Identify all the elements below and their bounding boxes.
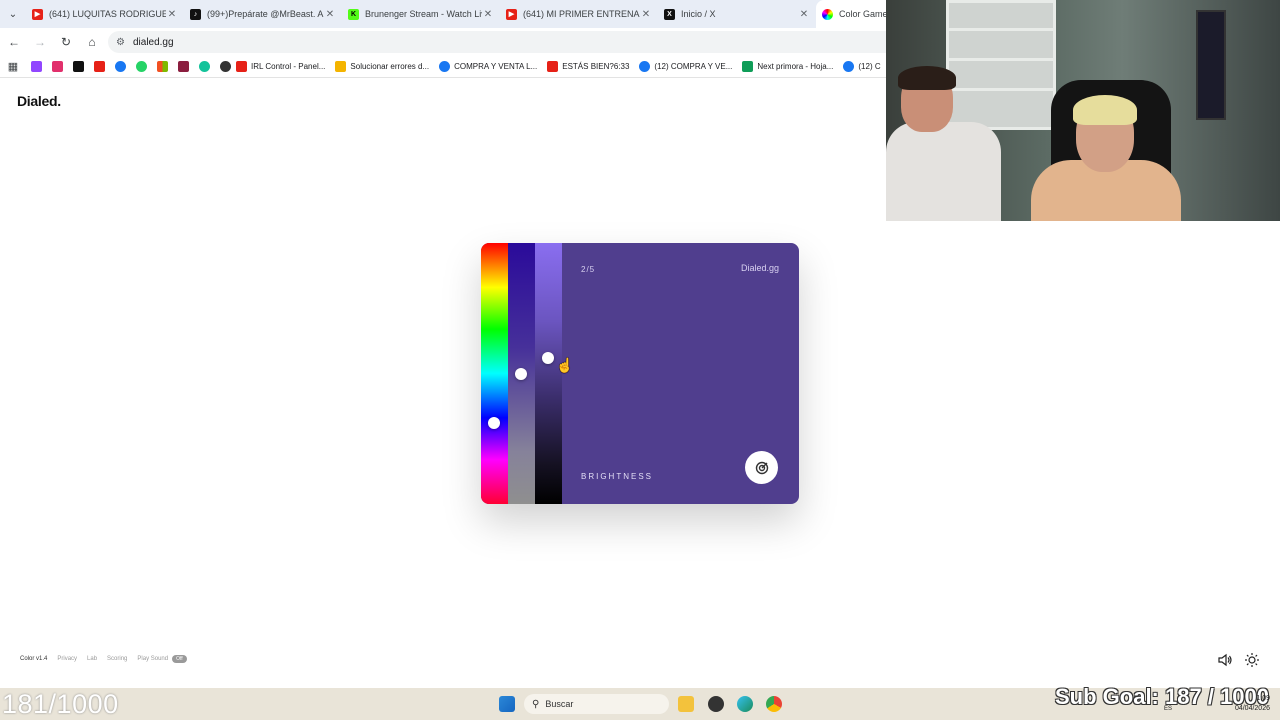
tab-title: (641) LUQUITAS RODRIGUEZ Y <box>49 9 166 19</box>
browser-tab[interactable]: ♪ (99+)Prepárate @MrBeast. Aho ✕ <box>184 0 342 28</box>
file-explorer-icon[interactable] <box>678 696 694 712</box>
color-wheel-icon <box>822 8 833 20</box>
globe-icon[interactable] <box>220 61 231 72</box>
search-placeholder: Buscar <box>545 699 574 709</box>
sheets-icon <box>742 61 754 72</box>
tiktok-icon: ♪ <box>190 8 201 20</box>
search-icon: ⚲ <box>532 698 540 710</box>
bookmark-label: ESTÁS BIEN?6:33 <box>562 62 630 71</box>
browser-tab[interactable]: K Brunenger Stream - Watch Live ✕ <box>342 0 500 28</box>
x-icon[interactable] <box>73 61 84 72</box>
url-input[interactable]: ⚙ dialed.gg <box>108 31 908 53</box>
bookmark-label: COMPRA Y VENTA L... <box>454 62 538 71</box>
taskbar-search[interactable]: ⚲ Buscar <box>524 694 669 714</box>
site-logo[interactable]: Dialed. <box>17 93 61 109</box>
page-footer: Color v1.4 Privacy Lab Scoring Play Soun… <box>20 655 187 663</box>
tab-title: (99+)Prepárate @MrBeast. Aho <box>207 9 324 19</box>
x-icon: X <box>664 8 675 20</box>
system-clock[interactable]: 1:09 04/04/2026 <box>1226 694 1270 714</box>
tab-search-icon[interactable]: ⌄ <box>0 0 26 28</box>
tab-title: (641) MI PRIMER ENTRENAMIEN <box>523 9 640 19</box>
clock-date: 04/04/2026 <box>1234 705 1270 712</box>
bookmark-label: (12) C <box>858 62 881 71</box>
app-icon[interactable] <box>708 696 724 712</box>
youtube-icon <box>547 61 559 72</box>
youtube-icon: ▶ <box>32 8 43 20</box>
chatgpt-icon[interactable] <box>199 61 210 72</box>
instagram-icon[interactable] <box>52 61 63 72</box>
bookmark-item[interactable]: Next primora - Hoja... <box>742 61 833 72</box>
streamer-right <box>1031 95 1181 221</box>
close-icon[interactable]: ✕ <box>640 9 652 20</box>
home-icon[interactable]: ⌂ <box>80 30 104 54</box>
footer-link-privacy[interactable]: Privacy <box>57 656 77 662</box>
microsoft-icon[interactable] <box>157 61 168 72</box>
bookmark-label: Next primora - Hoja... <box>757 62 834 71</box>
bookmark-label: IRL Control - Panel... <box>251 62 326 71</box>
twitch-icon[interactable] <box>31 61 42 72</box>
brightness-slider-handle[interactable] <box>542 351 554 364</box>
webcam-overlay <box>886 0 1280 221</box>
edge-icon[interactable] <box>737 696 753 712</box>
submit-button[interactable] <box>745 451 778 484</box>
close-icon[interactable]: ✕ <box>482 9 494 20</box>
bookmark-label: Solucionar errores d... <box>350 62 430 71</box>
hue-slider[interactable] <box>481 243 508 504</box>
brand-label: Dialed.gg <box>740 263 779 273</box>
youtube-icon <box>236 61 247 72</box>
sheets-icon <box>335 61 347 72</box>
bookmark-item[interactable]: ESTÁS BIEN?6:33 <box>547 61 629 72</box>
target-icon <box>755 461 768 474</box>
back-icon[interactable]: ← <box>2 30 26 54</box>
site-settings-icon[interactable]: ⚙ <box>116 37 125 48</box>
close-icon[interactable]: ✕ <box>166 9 178 20</box>
round-counter: 2/5 <box>581 265 596 274</box>
version-label: Color v1.4 <box>20 656 48 662</box>
kick-icon: K <box>348 8 359 20</box>
bookmark-item[interactable]: IRL Control - Panel... <box>236 61 325 72</box>
footer-link-lab[interactable]: Lab <box>87 656 97 662</box>
sound-status-badge[interactable]: Off <box>172 655 187 663</box>
browser-tab[interactable]: ▶ (641) MI PRIMER ENTRENAMIEN ✕ <box>500 0 658 28</box>
mode-label: BRIGHTNESS <box>581 472 654 481</box>
facebook-icon <box>439 61 451 72</box>
clock-time: 1:09 <box>1256 695 1270 702</box>
speaker-icon[interactable] <box>1217 652 1233 668</box>
bookmark-item[interactable]: Solucionar errores d... <box>335 61 429 72</box>
color-picker-card: ☝ 2/5 Dialed.gg BRIGHTNESS <box>481 243 799 504</box>
close-icon[interactable]: ✕ <box>324 9 336 20</box>
bookmark-item[interactable]: (12) C <box>843 61 881 72</box>
saturation-slider-handle[interactable] <box>515 367 527 380</box>
drink-fridge <box>1196 10 1226 120</box>
bookmark-item[interactable]: COMPRA Y VENTA L... <box>439 61 537 72</box>
apps-grid-icon[interactable]: ▦ <box>0 60 26 73</box>
youtube-icon: ▶ <box>506 8 517 20</box>
chrome-icon[interactable] <box>766 696 782 712</box>
facebook-icon <box>843 61 855 72</box>
footer-link-scoring[interactable]: Scoring <box>107 656 127 662</box>
close-icon[interactable]: ✕ <box>798 9 810 20</box>
bookmark-item[interactable]: (12) COMPRA Y VE... <box>639 61 732 72</box>
forward-icon[interactable]: → <box>28 30 52 54</box>
youtube-icon[interactable] <box>94 61 105 72</box>
stream-counter: 181/1000 <box>2 689 119 719</box>
url-text: dialed.gg <box>132 36 174 48</box>
facebook-icon <box>639 61 651 72</box>
reload-icon[interactable]: ↻ <box>54 30 78 54</box>
theme-toggle-icon[interactable] <box>1244 652 1260 668</box>
bookmark-icon[interactable] <box>178 61 189 72</box>
facebook-icon[interactable] <box>115 61 126 72</box>
bookmark-label: (12) COMPRA Y VE... <box>654 62 733 71</box>
tab-title: Inicio / X <box>681 9 716 19</box>
hand-cursor-icon: ☝ <box>556 357 574 373</box>
browser-tab[interactable]: ▶ (641) LUQUITAS RODRIGUEZ Y ✕ <box>26 0 184 28</box>
tab-title: Brunenger Stream - Watch Live <box>365 9 482 19</box>
whatsapp-icon[interactable] <box>136 61 147 72</box>
windows-start-icon[interactable] <box>499 696 515 712</box>
language-indicator[interactable]: ES <box>1164 706 1172 712</box>
hue-slider-handle[interactable] <box>488 417 500 430</box>
browser-tab[interactable]: X Inicio / X ✕ <box>658 0 816 28</box>
streamer-left <box>886 66 1006 221</box>
footer-link-play-sound[interactable]: Play Sound <box>137 656 168 662</box>
